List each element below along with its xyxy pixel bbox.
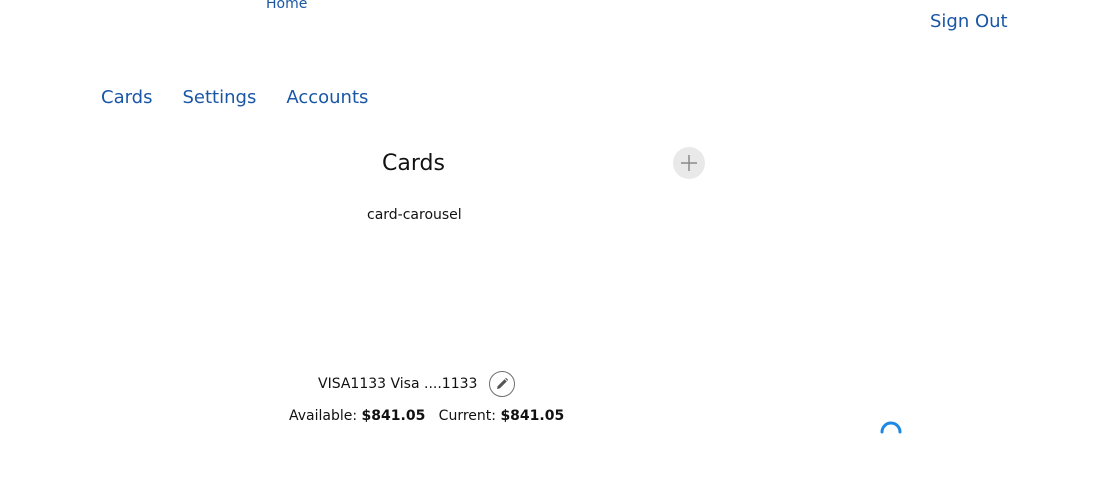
home-link[interactable]: Home (266, 0, 307, 14)
sign-out-link[interactable]: Sign Out (930, 10, 1008, 34)
current-label: Current: (438, 408, 496, 424)
plus-icon (681, 155, 697, 171)
available-label: Available: (289, 408, 358, 424)
card-balances: Available: $841.05 Current: $841.05 (289, 406, 564, 426)
main-nav: Cards Settings Accounts (101, 86, 368, 110)
cards-title: Cards (382, 151, 445, 176)
nav-accounts-link[interactable]: Accounts (286, 86, 368, 110)
edit-card-button[interactable] (489, 371, 516, 397)
nav-settings-link[interactable]: Settings (183, 86, 257, 110)
loading-spinner-icon (880, 421, 902, 434)
pencil-icon (497, 377, 509, 389)
current-value: $841.05 (500, 408, 565, 424)
card-carousel: card-carousel (367, 207, 462, 223)
card-name: VISA1133 Visa ....1133 (318, 376, 478, 392)
add-card-button[interactable] (673, 147, 705, 179)
nav-cards-link[interactable]: Cards (101, 86, 153, 110)
card-item: VISA1133 Visa ....1133 (318, 370, 516, 398)
available-value: $841.05 (361, 408, 426, 424)
